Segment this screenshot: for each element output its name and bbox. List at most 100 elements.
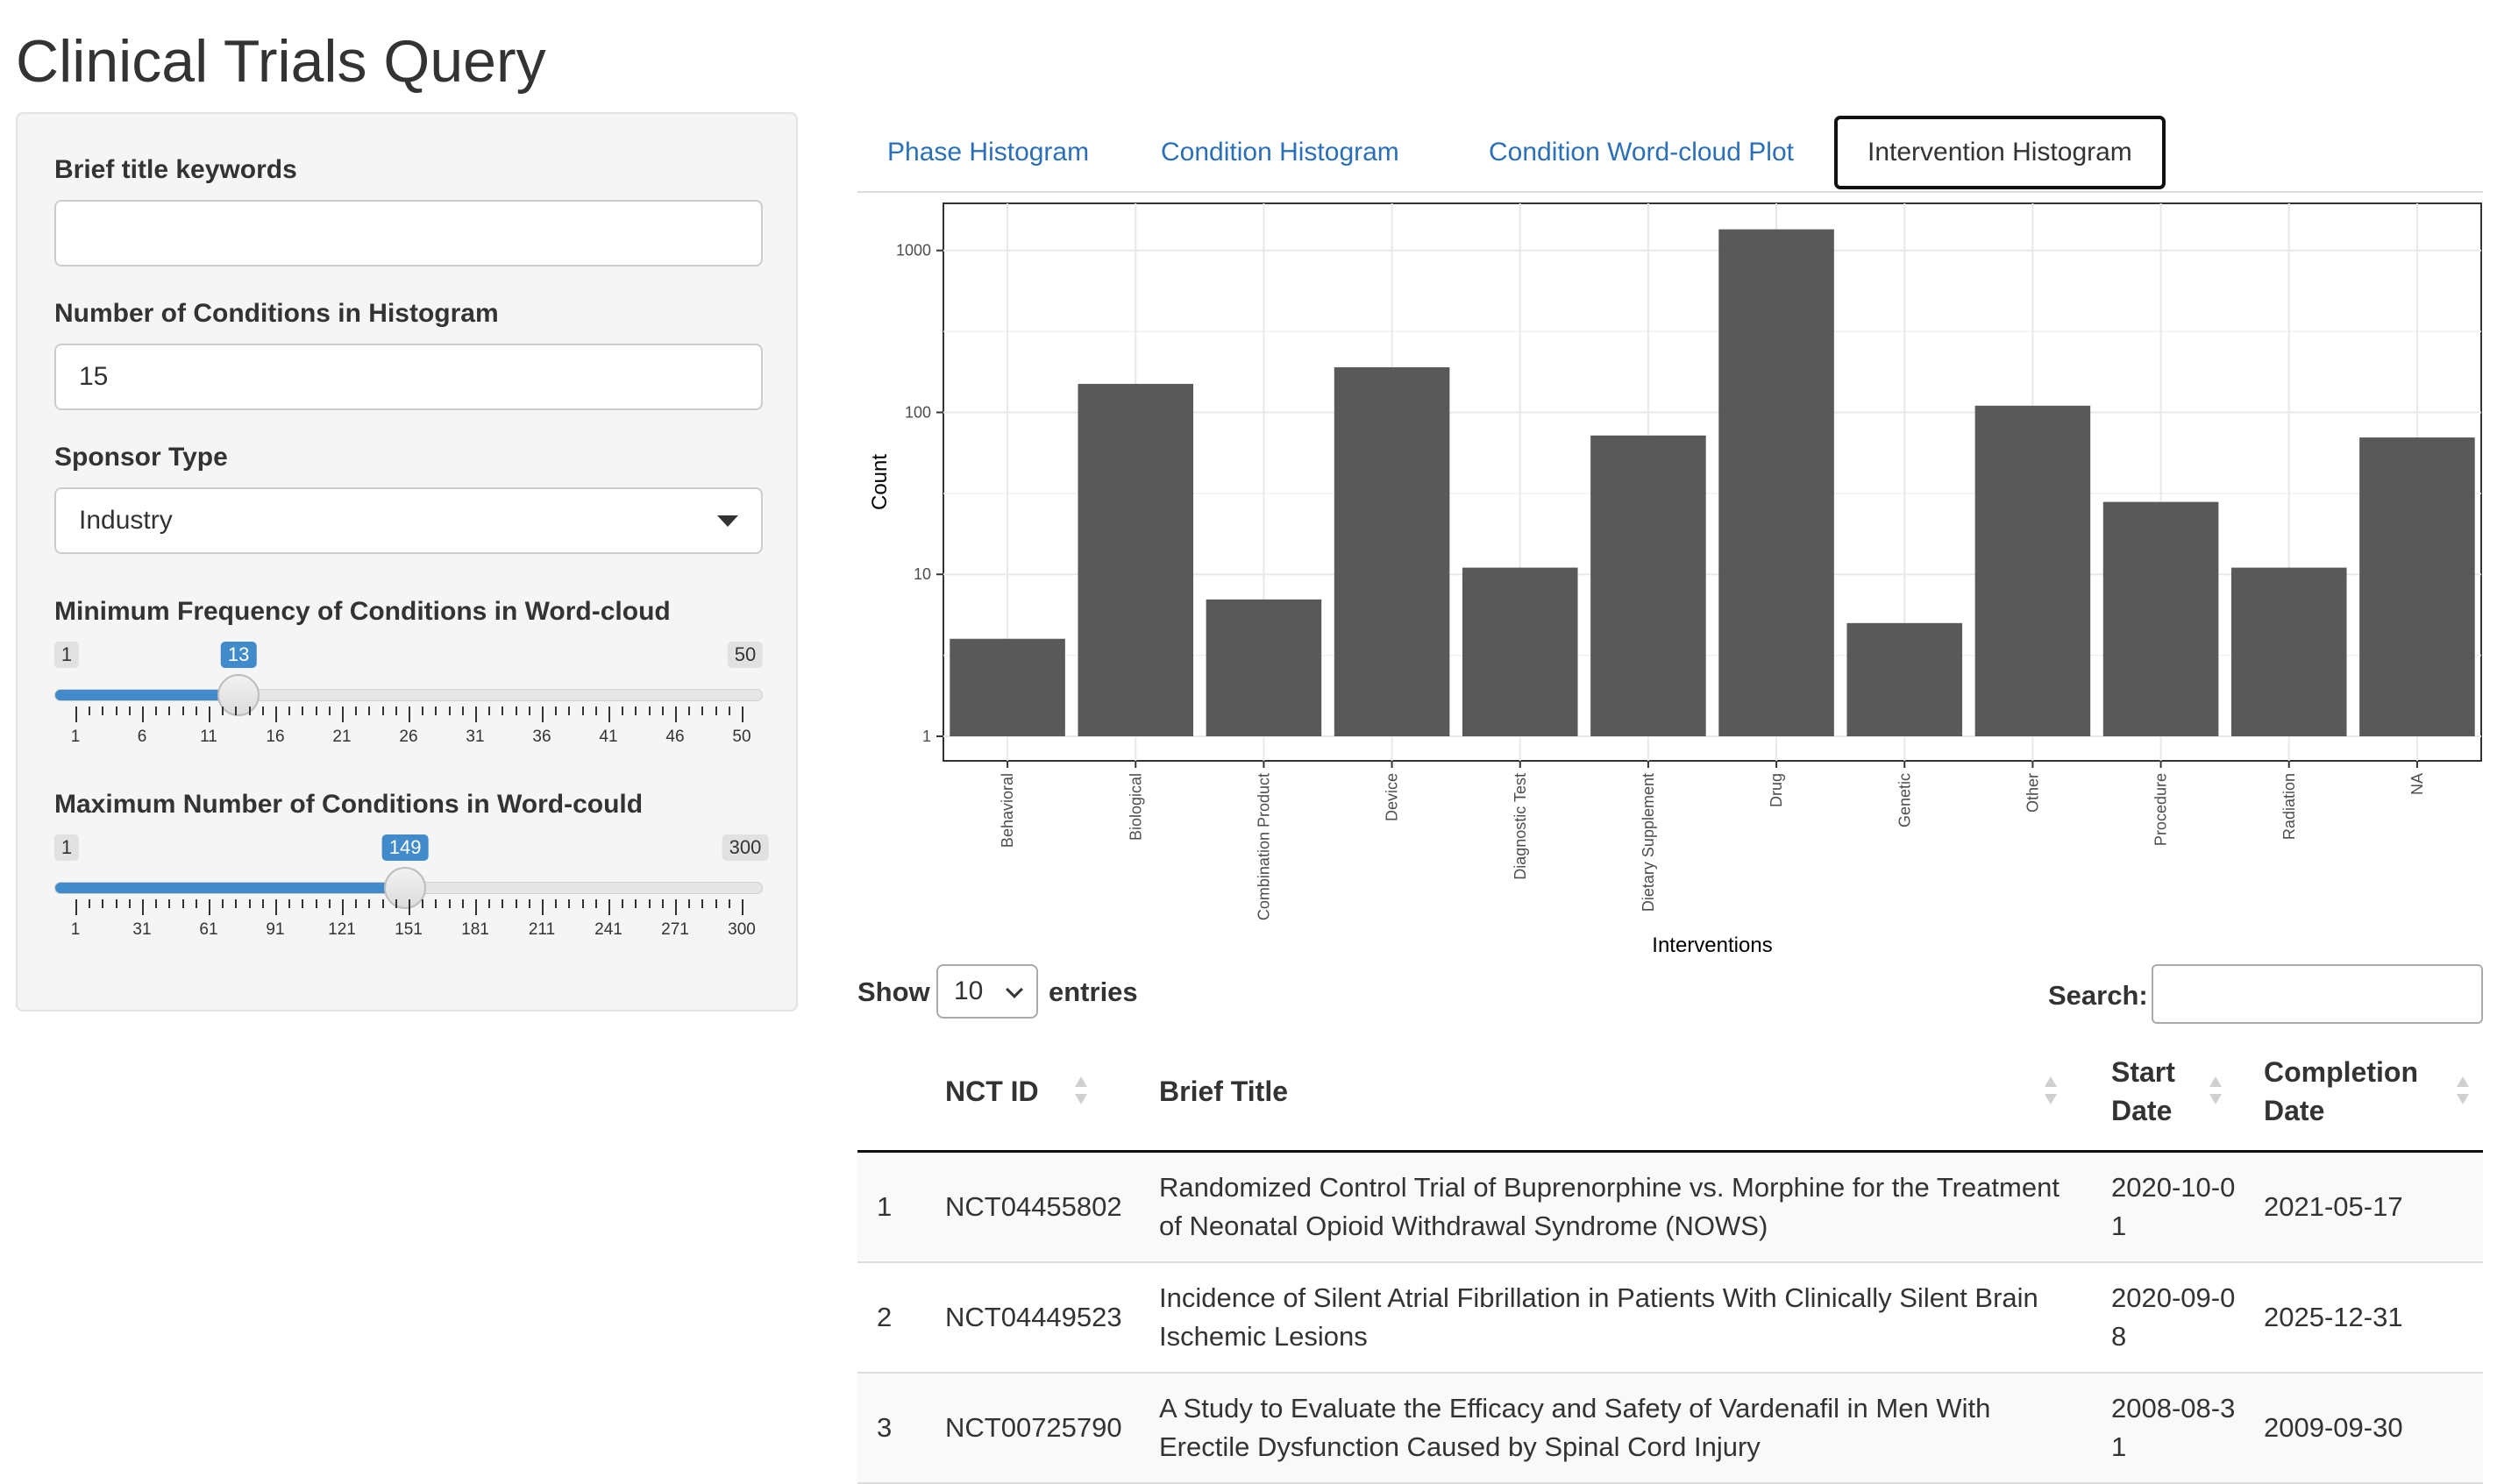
tab-condition-wordcloud[interactable]: Condition Word-cloud Plot: [1459, 116, 1824, 189]
slider-minor-tick: [288, 706, 291, 715]
num-conditions-input[interactable]: [54, 344, 763, 410]
col-header-label: Brief Title: [1159, 1076, 1288, 1107]
sponsor-type-value: Industry: [79, 506, 173, 535]
slider-tick-label: 26: [399, 728, 418, 746]
start-date-cell: 2008-08-31: [2111, 1393, 2236, 1462]
brief-title-cell: Randomized Control Trial of Buprenorphin…: [1159, 1172, 2059, 1241]
slider-max-label: 300: [722, 834, 769, 861]
slider-minor-tick: [648, 706, 651, 715]
x-tick-label: Dietary Supplement: [1640, 773, 1657, 912]
table-header-row: NCT ID Brief Title Start Date Completion…: [857, 1033, 2483, 1153]
slider-minor-tick: [435, 706, 438, 715]
trials-table: NCT ID Brief Title Start Date Completion…: [857, 1033, 2483, 1484]
slider-major-tick: [675, 706, 677, 722]
slider-minor-tick: [728, 706, 730, 715]
slider-fill: [55, 690, 240, 700]
bar: [1846, 622, 1963, 736]
x-tick-label: Procedure: [2152, 773, 2170, 846]
sidebar-panel: Brief title keywords Number of Condition…: [16, 112, 798, 1012]
slider-major-tick: [142, 706, 144, 722]
slider-handle[interactable]: [384, 867, 427, 909]
slider-tick-label: 46: [665, 728, 685, 746]
bar: [1334, 366, 1450, 736]
slider-minor-tick: [315, 706, 317, 715]
slider-major-tick: [409, 706, 410, 722]
sponsor-type-select[interactable]: Industry: [54, 487, 763, 554]
col-header-brief-title[interactable]: Brief Title: [1159, 1033, 2080, 1150]
slider-tick-label: 181: [461, 920, 489, 939]
slider-minor-tick: [422, 706, 424, 715]
slider-minor-tick: [155, 706, 158, 715]
x-tick-label: Radiation: [2280, 773, 2298, 840]
col-header-completion-date[interactable]: Completion Date: [2264, 1033, 2483, 1150]
tab-phase-histogram[interactable]: Phase Histogram: [857, 116, 1119, 189]
slider-min-label: 1: [53, 834, 80, 861]
slider-minor-tick: [594, 706, 597, 715]
slider-minor-tick: [368, 899, 371, 908]
slider-handle[interactable]: [217, 674, 260, 716]
completion-date-cell: 2025-12-31: [2264, 1302, 2403, 1332]
slider-minor-tick: [581, 899, 584, 908]
x-tick-label: Behavioral: [999, 773, 1016, 848]
x-tick-label: Genetic: [1896, 773, 1913, 827]
start-date-cell: 2020-09-08: [2111, 1282, 2236, 1352]
table-row[interactable]: 3 NCT00725790 A Study to Evaluate the Ef…: [857, 1374, 2483, 1484]
completion-date-cell: 2021-05-17: [2264, 1191, 2403, 1222]
table-row[interactable]: 1 NCT04455802 Randomized Control Trial o…: [857, 1153, 2483, 1263]
slider-minor-tick: [528, 899, 530, 908]
bar: [950, 638, 1065, 736]
slider-minor-tick: [235, 706, 238, 715]
slider-major-tick: [75, 899, 77, 915]
slider-major-tick: [742, 899, 743, 915]
slider-minor-tick: [461, 899, 464, 908]
tab-intervention-histogram[interactable]: Intervention Histogram: [1834, 116, 2166, 189]
brief-title-cell: Incidence of Silent Atrial Fibrillation …: [1159, 1282, 2038, 1352]
slider-tick-label: 211: [528, 920, 556, 939]
bar: [2230, 567, 2347, 736]
slider-minor-tick: [261, 706, 264, 715]
slider-tick-label: 121: [328, 920, 356, 939]
slider-minor-tick: [102, 899, 104, 908]
slider-tick-label: 31: [466, 728, 485, 746]
slider-minor-tick: [528, 706, 530, 715]
y-tick-label: 10: [914, 565, 931, 583]
x-tick-label: Device: [1384, 773, 1401, 821]
nct-id-cell: NCT04455802: [945, 1191, 1122, 1222]
slider-tick-label: 151: [395, 920, 423, 939]
completion-date-cell: 2009-09-30: [2264, 1412, 2403, 1443]
slider-value-label: 13: [220, 642, 257, 668]
bar: [1974, 405, 2091, 736]
nct-id-cell: NCT04449523: [945, 1302, 1122, 1332]
slider-minor-tick: [355, 706, 358, 715]
col-header-start-date[interactable]: Start Date: [2111, 1033, 2243, 1150]
table-search-input[interactable]: [2152, 964, 2483, 1024]
brief-title-cell: A Study to Evaluate the Efficacy and Saf…: [1159, 1393, 1991, 1462]
intervention-histogram-chart: 1 10 100 1000 Behavioral Biological Combinatio…: [868, 202, 2482, 957]
bar: [2359, 437, 2475, 736]
bar: [1078, 383, 1194, 736]
slider-value-label: 149: [381, 834, 429, 861]
title-keywords-input[interactable]: [54, 200, 763, 266]
slider-minor-tick: [355, 899, 358, 908]
page-length-select[interactable]: 10: [936, 964, 1038, 1019]
slider-major-tick: [675, 899, 677, 915]
slider-minor-tick: [248, 706, 251, 715]
slider-minor-tick: [448, 899, 451, 908]
tab-condition-histogram[interactable]: Condition Histogram: [1131, 116, 1429, 189]
slider-major-tick: [608, 706, 610, 722]
slider-track[interactable]: [54, 689, 763, 701]
slider-minor-tick: [661, 706, 664, 715]
slider-tick-label: 31: [132, 920, 152, 939]
slider-minor-tick: [89, 706, 91, 715]
slider-minor-tick: [622, 706, 624, 715]
slider-minor-tick: [115, 899, 117, 908]
col-header-nct-id[interactable]: NCT ID: [945, 1033, 1103, 1150]
x-tick-label: Other: [2024, 773, 2041, 813]
nct-id-cell: NCT00725790: [945, 1412, 1122, 1443]
table-row[interactable]: 2 NCT04449523 Incidence of Silent Atrial…: [857, 1263, 2483, 1374]
slider-minor-tick: [181, 706, 184, 715]
slider-minor-tick: [715, 899, 717, 908]
slider-minor-tick: [568, 899, 571, 908]
slider-minor-tick: [635, 706, 637, 715]
slider-major-tick: [542, 706, 544, 722]
